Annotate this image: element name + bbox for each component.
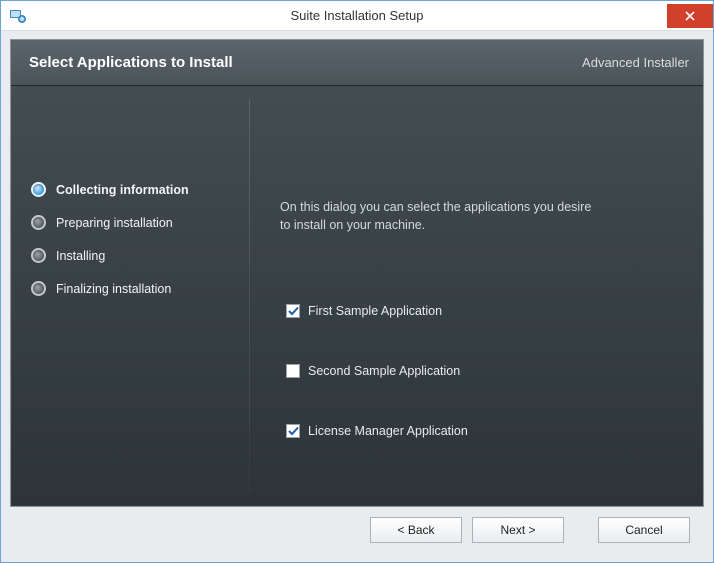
- close-icon: [685, 11, 695, 21]
- app-license-manager[interactable]: License Manager Application: [280, 424, 679, 438]
- app-label: License Manager Application: [308, 424, 468, 438]
- steps-sidebar: Collecting information Preparing install…: [11, 86, 249, 506]
- next-button[interactable]: Next >: [472, 517, 564, 543]
- check-icon: [288, 306, 299, 317]
- step-bullet-icon: [31, 215, 46, 230]
- brand-label: Advanced Installer: [582, 55, 689, 70]
- panel-body: Collecting information Preparing install…: [11, 86, 703, 506]
- body: Select Applications to Install Advanced …: [1, 31, 713, 562]
- app-icon: [9, 7, 27, 25]
- step-collecting-information: Collecting information: [31, 182, 249, 197]
- app-label: First Sample Application: [308, 304, 442, 318]
- app-label: Second Sample Application: [308, 364, 460, 378]
- app-first-sample[interactable]: First Sample Application: [280, 304, 679, 318]
- application-list: First Sample Application Second Sample A…: [280, 304, 679, 438]
- step-bullet-icon: [31, 248, 46, 263]
- step-preparing-installation: Preparing installation: [31, 215, 249, 230]
- close-button[interactable]: [667, 4, 713, 28]
- cancel-button[interactable]: Cancel: [598, 517, 690, 543]
- step-finalizing-installation: Finalizing installation: [31, 281, 249, 296]
- step-label: Installing: [56, 249, 105, 263]
- button-bar: < Back Next > Cancel: [10, 507, 704, 553]
- titlebar: Suite Installation Setup: [1, 1, 713, 31]
- checkbox[interactable]: [286, 364, 300, 378]
- step-label: Collecting information: [56, 183, 189, 197]
- installer-window: Suite Installation Setup Select Applicat…: [0, 0, 714, 563]
- panel-header: Select Applications to Install Advanced …: [11, 40, 703, 86]
- main-panel: Select Applications to Install Advanced …: [10, 39, 704, 507]
- check-icon: [288, 426, 299, 437]
- step-bullet-icon: [31, 182, 46, 197]
- step-installing: Installing: [31, 248, 249, 263]
- window-title: Suite Installation Setup: [1, 8, 713, 23]
- page-title: Select Applications to Install: [29, 54, 233, 71]
- back-button[interactable]: < Back: [370, 517, 462, 543]
- checkbox[interactable]: [286, 304, 300, 318]
- content-area: On this dialog you can select the applic…: [250, 86, 703, 506]
- step-bullet-icon: [31, 281, 46, 296]
- checkbox[interactable]: [286, 424, 300, 438]
- step-label: Finalizing installation: [56, 282, 171, 296]
- app-second-sample[interactable]: Second Sample Application: [280, 364, 679, 378]
- instructions-text: On this dialog you can select the applic…: [280, 198, 600, 234]
- step-label: Preparing installation: [56, 216, 173, 230]
